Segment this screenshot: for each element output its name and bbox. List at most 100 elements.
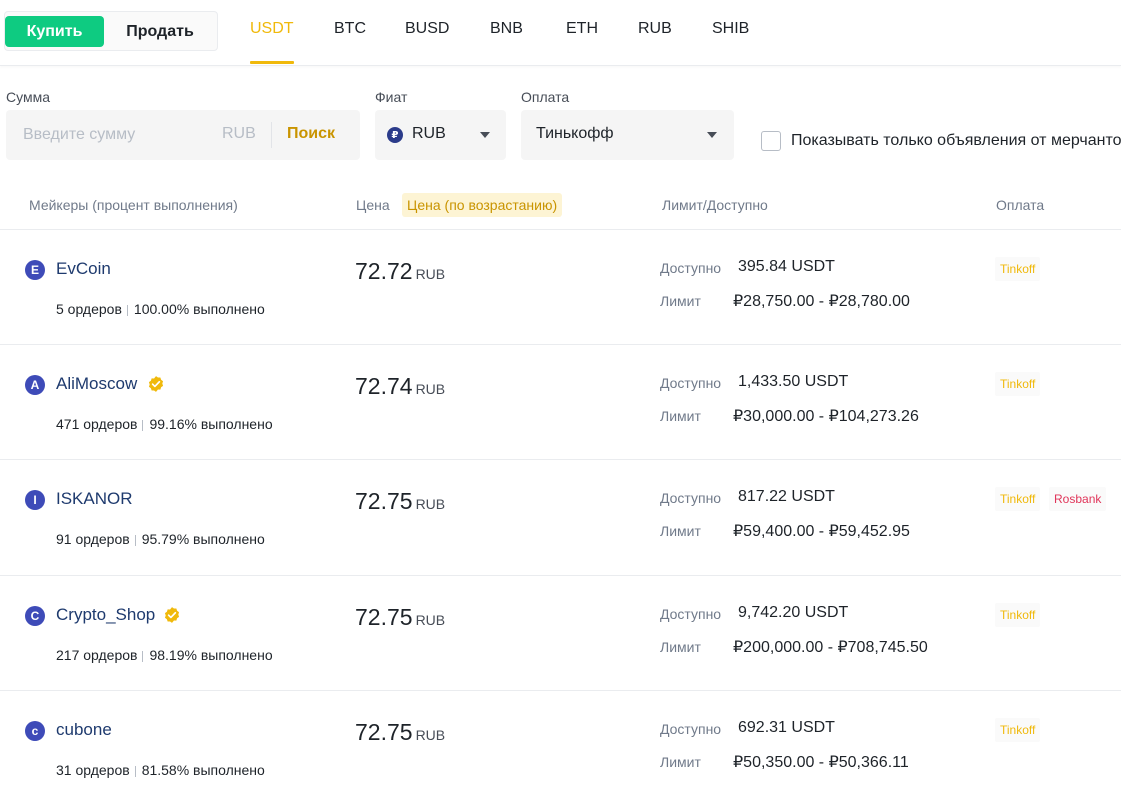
maker-name[interactable]: EvCoin bbox=[56, 259, 111, 279]
limit-label: Лимит bbox=[660, 754, 701, 770]
price-currency: RUB bbox=[415, 612, 446, 628]
tab-rub[interactable]: RUB bbox=[638, 20, 672, 38]
available-label: Доступно bbox=[660, 721, 722, 737]
trade-type-switch: Купить Продать bbox=[4, 11, 218, 51]
tab-eth[interactable]: ETH bbox=[566, 20, 598, 38]
merchant-only-checkbox[interactable] bbox=[761, 131, 781, 151]
limit-value: ₽50,350.00 - ₽50,366.11 bbox=[733, 754, 909, 771]
maker-stats: 91 ордеров 95.79% выполнено bbox=[56, 531, 265, 547]
price-value: 72.74 bbox=[355, 373, 413, 399]
completion-rate: 81.58% выполнено bbox=[141, 762, 265, 778]
limit-value: ₽200,000.00 - ₽708,745.50 bbox=[733, 639, 928, 656]
row-divider bbox=[0, 575, 1121, 576]
row-divider bbox=[0, 344, 1121, 345]
top-bar: Купить Продать USDT BTC BUSD BNB ETH RUB… bbox=[0, 0, 1121, 66]
price-currency: RUB bbox=[415, 496, 446, 512]
verified-badge-icon bbox=[164, 607, 180, 623]
avatar: c bbox=[25, 721, 45, 741]
tab-bnb[interactable]: BNB bbox=[490, 20, 523, 38]
payment-method-tag: Tinkoff bbox=[995, 257, 1041, 281]
limit-label: Лимит bbox=[660, 639, 701, 655]
sell-button[interactable]: Продать bbox=[105, 16, 215, 47]
column-header-payment: Оплата bbox=[996, 197, 1045, 213]
stats-divider bbox=[142, 650, 144, 662]
table-row: A AliMoscow 471 ордеров 99.16% выполнено 72.… bbox=[0, 344, 1121, 459]
available-label: Доступно bbox=[660, 606, 722, 622]
completion-rate: 99.16% выполнено bbox=[149, 416, 273, 432]
price-currency: RUB bbox=[415, 266, 446, 282]
available-label: Доступно bbox=[660, 260, 722, 276]
fiat-label: Фиат bbox=[375, 89, 408, 105]
limit-value: ₽59,400.00 - ₽59,452.95 bbox=[733, 523, 910, 540]
verified-badge-icon bbox=[148, 376, 164, 392]
order-count: 91 ордеров bbox=[56, 531, 130, 547]
avatar: E bbox=[25, 260, 45, 280]
table-row: C Crypto_Shop 217 ордеров 98.19% выполнено 7… bbox=[0, 575, 1121, 690]
price-currency: RUB bbox=[415, 381, 446, 397]
payment-method-tag: Tinkoff bbox=[995, 603, 1041, 627]
limit-label: Лимит bbox=[660, 408, 701, 424]
maker-name[interactable]: cubone bbox=[56, 720, 112, 740]
maker-stats: 217 ордеров 98.19% выполнено bbox=[56, 647, 273, 663]
price-sort-badge[interactable]: Цена (по возрастанию) bbox=[402, 193, 563, 217]
tab-btc[interactable]: BTC bbox=[334, 20, 366, 38]
avatar: C bbox=[25, 606, 45, 626]
limit-label: Лимит bbox=[660, 293, 701, 309]
table-row: E EvCoin 5 ордеров 100.00% выполнено 72.72 RU… bbox=[0, 229, 1121, 344]
available-label: Доступно bbox=[660, 375, 722, 391]
active-tab-indicator bbox=[250, 61, 294, 64]
amount-field-group: RUB Поиск bbox=[6, 110, 360, 160]
maker-stats: 31 ордеров 81.58% выполнено bbox=[56, 762, 265, 778]
table-row: c cubone 31 ордеров 81.58% выполнено 72.75 RU… bbox=[0, 690, 1121, 786]
available-label: Доступно bbox=[660, 490, 722, 506]
tab-busd[interactable]: BUSD bbox=[405, 20, 449, 38]
price: 72.72 RUB bbox=[355, 258, 445, 285]
fiat-select[interactable]: ₽ RUB bbox=[375, 110, 506, 160]
fiat-select-value: RUB bbox=[412, 125, 446, 142]
available-value: 1,433.50 USDT bbox=[738, 373, 849, 390]
payment-method-tag: Rosbank bbox=[1049, 487, 1107, 511]
ruble-coin-icon: ₽ bbox=[387, 127, 403, 143]
completion-rate: 98.19% выполнено bbox=[149, 647, 273, 663]
tab-shib[interactable]: SHIB bbox=[712, 20, 749, 38]
price: 72.75 RUB bbox=[355, 604, 445, 631]
row-divider bbox=[0, 229, 1121, 230]
column-header-limit: Лимит/Доступно bbox=[662, 197, 768, 213]
amount-unit: RUB bbox=[222, 125, 256, 142]
caret-down-icon bbox=[707, 132, 717, 138]
stats-divider bbox=[134, 765, 136, 777]
maker-stats: 5 ордеров 100.00% выполнено bbox=[56, 301, 265, 317]
order-count: 471 ордеров bbox=[56, 416, 138, 432]
limit-value: ₽28,750.00 - ₽28,780.00 bbox=[733, 293, 910, 310]
amount-divider bbox=[271, 122, 272, 148]
amount-input[interactable] bbox=[6, 110, 206, 160]
price: 72.74 RUB bbox=[355, 373, 445, 400]
tab-usdt[interactable]: USDT bbox=[250, 20, 294, 38]
price-value: 72.75 bbox=[355, 719, 413, 745]
payment-select[interactable]: Тинькофф bbox=[521, 110, 734, 160]
payment-method-tag: Tinkoff bbox=[995, 718, 1041, 742]
maker-stats: 471 ордеров 99.16% выполнено bbox=[56, 416, 273, 432]
payment-select-value: Тинькофф bbox=[536, 125, 614, 142]
order-count: 5 ордеров bbox=[56, 301, 122, 317]
available-value: 692.31 USDT bbox=[738, 719, 835, 736]
avatar: I bbox=[25, 490, 45, 510]
price: 72.75 RUB bbox=[355, 488, 445, 515]
caret-down-icon bbox=[480, 132, 490, 138]
order-count: 217 ордеров bbox=[56, 647, 138, 663]
row-divider bbox=[0, 459, 1121, 460]
merchant-only-label: Показывать только объявления от мерчанто… bbox=[791, 132, 1121, 149]
limit-value: ₽30,000.00 - ₽104,273.26 bbox=[733, 408, 919, 425]
available-value: 817.22 USDT bbox=[738, 488, 835, 505]
maker-name[interactable]: Crypto_Shop bbox=[56, 605, 155, 625]
stats-divider bbox=[126, 304, 128, 316]
amount-label: Сумма bbox=[6, 89, 50, 105]
payment-label: Оплата bbox=[521, 89, 570, 105]
stats-divider bbox=[142, 419, 144, 431]
maker-name[interactable]: ISKANOR bbox=[56, 489, 133, 509]
maker-name[interactable]: AliMoscow bbox=[56, 374, 137, 394]
price: 72.75 RUB bbox=[355, 719, 445, 746]
buy-button[interactable]: Купить bbox=[5, 16, 104, 47]
search-button[interactable]: Поиск bbox=[287, 125, 335, 143]
stats-divider bbox=[134, 534, 136, 546]
